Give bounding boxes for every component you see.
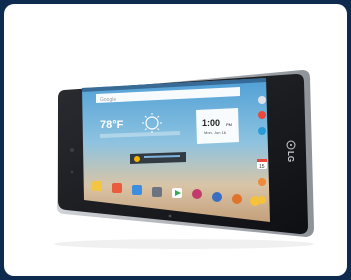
calendar-day: 15 [259, 164, 265, 170]
tablet-illustration: Google 78°F 1:00 PM Mon, Jun 16 15 LG [54, 70, 315, 249]
weather-temperature: 78°F [100, 119, 124, 131]
contacts-icon[interactable] [232, 194, 242, 204]
image-frame: Google 78°F 1:00 PM Mon, Jun 16 15 LG [4, 4, 347, 276]
messages-icon[interactable] [212, 192, 222, 202]
browser-icon[interactable] [132, 185, 142, 195]
chrome-icon[interactable] [258, 111, 266, 119]
front-camera [70, 148, 74, 152]
search-hint[interactable]: Google [100, 97, 116, 103]
camera-icon[interactable] [152, 187, 162, 197]
notes-icon[interactable] [92, 181, 102, 191]
phone-icon[interactable] [258, 196, 266, 204]
gallery-icon[interactable] [258, 178, 266, 186]
clock-time: 1:00 [202, 118, 220, 128]
brand-text: LG [286, 151, 295, 162]
clock-ampm: PM [226, 122, 232, 127]
apps-icon[interactable] [192, 189, 202, 199]
clock-date: Mon, Jun 16 [204, 130, 227, 135]
messenger-icon[interactable] [258, 127, 266, 135]
calendar-icon[interactable] [112, 183, 122, 193]
settings-icon[interactable] [258, 96, 266, 104]
